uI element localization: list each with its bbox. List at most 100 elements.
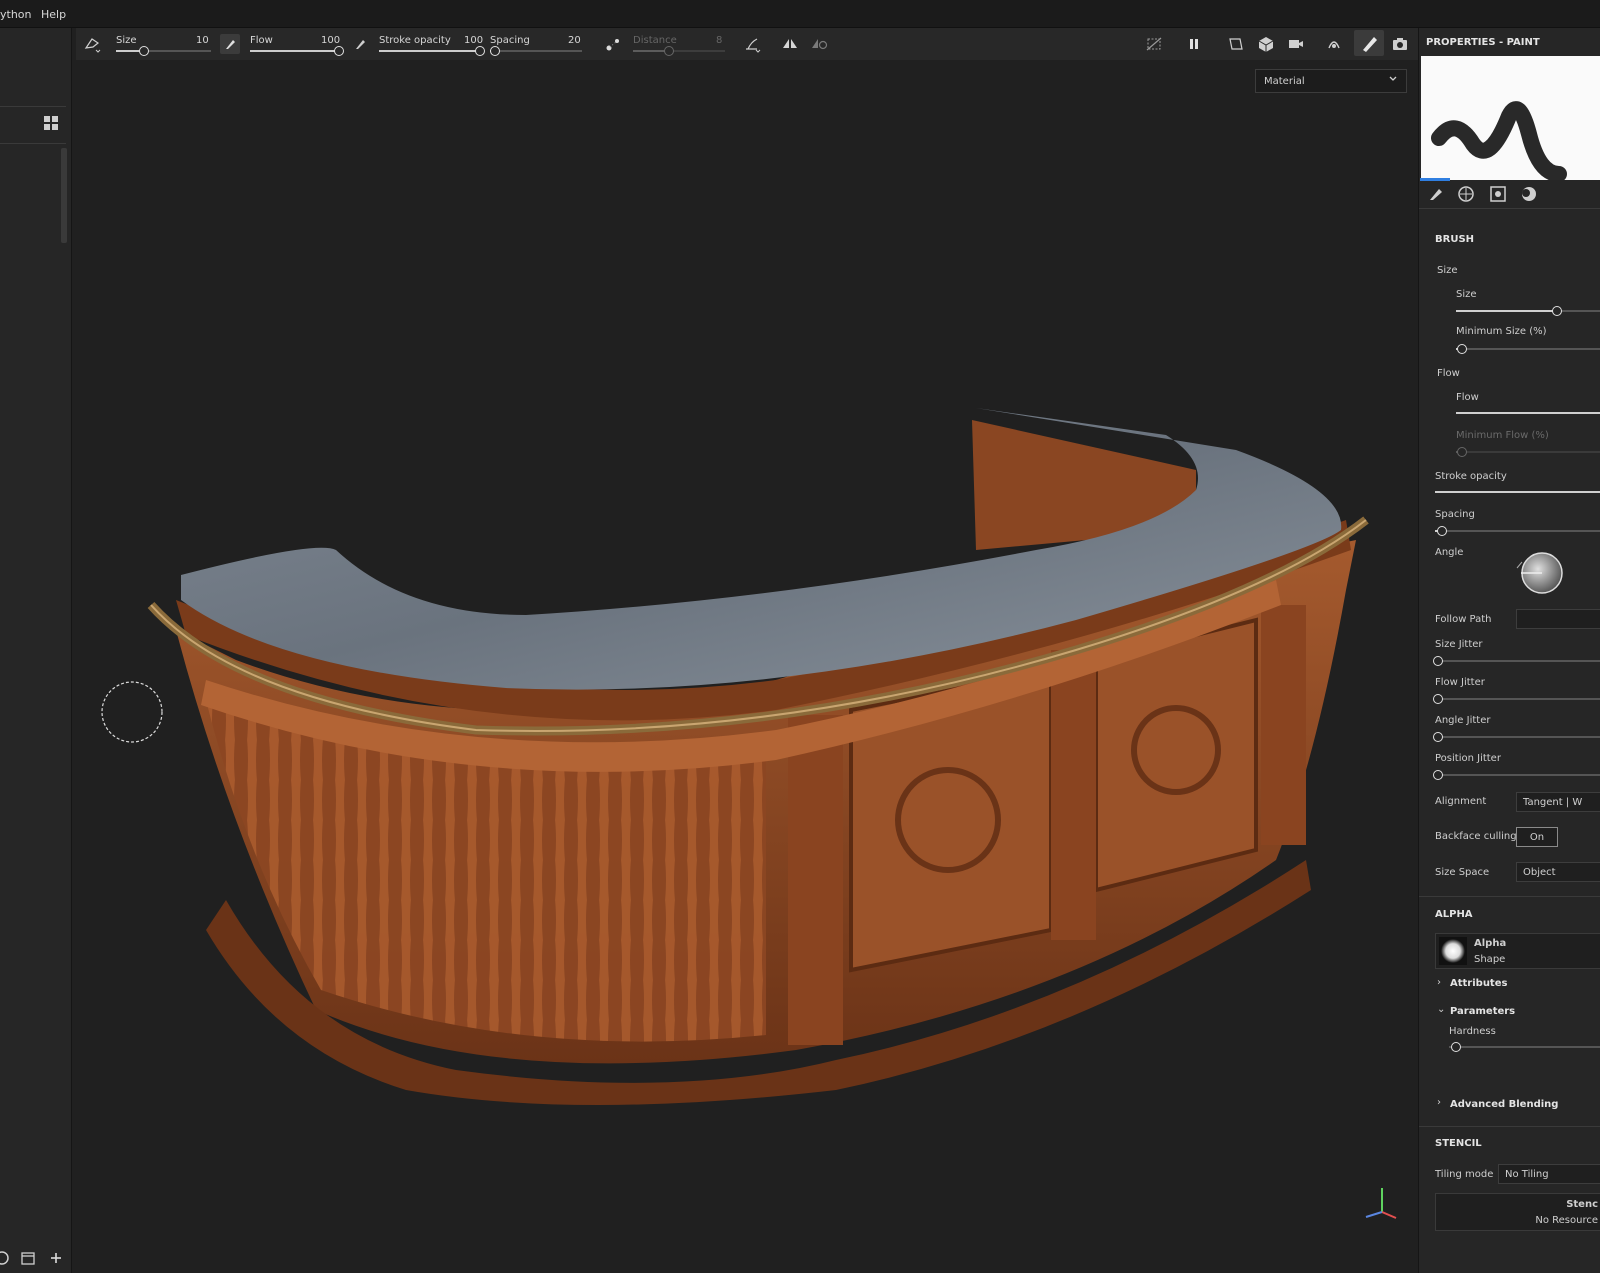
section-divider [1419, 1126, 1600, 1127]
paint-tool-icon[interactable] [1354, 30, 1384, 56]
alignment-value: Tangent | W [1523, 797, 1583, 808]
tab-stencil-icon[interactable] [1520, 185, 1538, 203]
position-jitter-slider[interactable] [1433, 770, 1600, 780]
size-group-label: Size [1437, 265, 1458, 276]
add-layer-icon[interactable] [48, 1250, 64, 1266]
hardness-slider[interactable] [1449, 1042, 1600, 1052]
flow-label: Flow [1456, 392, 1479, 403]
stroke-opacity-slider[interactable] [1435, 491, 1600, 493]
toolbar-distance-label: Distance [633, 35, 677, 46]
pause-icon[interactable] [1184, 34, 1204, 54]
stencil-header: STENCIL [1435, 1138, 1482, 1149]
pen-pressure-flow-icon[interactable] [350, 34, 370, 54]
3d-viewport[interactable]: Material [76, 60, 1418, 1273]
tab-alpha-icon[interactable] [1489, 185, 1507, 203]
spacing-slider[interactable] [1435, 526, 1600, 536]
menu-python[interactable]: ython [0, 8, 32, 21]
toolbar-distance-knob[interactable] [664, 46, 674, 56]
backface-toggle[interactable]: On [1516, 827, 1558, 847]
menu-help[interactable]: Help [41, 8, 66, 21]
advanced-blending-group[interactable]: Advanced Blending [1450, 1099, 1558, 1110]
screenshot-camera-icon[interactable] [1390, 34, 1410, 54]
angle-jitter-knob[interactable] [1433, 732, 1443, 742]
grid-view-icon[interactable] [43, 115, 59, 131]
size-label: Size [1456, 289, 1477, 300]
stencil-resource-slot[interactable]: Stenc No Resource [1435, 1193, 1600, 1231]
lazy-mouse-icon[interactable] [603, 34, 623, 54]
toolbar-stroke-opacity-label: Stroke opacity [379, 35, 451, 46]
brush-preview [1421, 56, 1600, 182]
toolbar-size-knob[interactable] [139, 46, 149, 56]
position-jitter-knob[interactable] [1433, 770, 1443, 780]
toolbar-flow-label: Flow [250, 35, 273, 46]
size-slider[interactable] [1456, 306, 1600, 316]
chevron-down-icon: ⌄ [1437, 1004, 1446, 1015]
flow-slider-fill [1456, 412, 1600, 414]
brush-preset-icon[interactable] [82, 34, 102, 54]
angle-dial[interactable] [1515, 548, 1565, 598]
flow-slider[interactable] [1456, 412, 1600, 414]
toolbar-size-label: Size [116, 35, 137, 46]
toolbar-flow-fill [250, 50, 340, 52]
size-jitter-knob[interactable] [1433, 656, 1443, 666]
symmetry-settings-icon[interactable] [809, 34, 829, 54]
counter-pilaster [1051, 650, 1096, 940]
toolbar-distance-value: 8 [716, 35, 723, 46]
flow-jitter-slider[interactable] [1433, 694, 1600, 704]
min-flow-slider[interactable] [1456, 447, 1600, 457]
3d-view-icon[interactable] [1256, 34, 1276, 54]
toolbar-stroke-opacity-fill [379, 50, 481, 52]
backface-value: On [1529, 832, 1545, 843]
angle-jitter-slider[interactable] [1433, 732, 1600, 742]
min-size-slider-knob[interactable] [1457, 344, 1467, 354]
toolbar-flow-slider[interactable] [250, 46, 344, 56]
toolbar-stroke-opacity-knob[interactable] [475, 46, 485, 56]
attributes-group[interactable]: Attributes [1450, 978, 1507, 989]
toolbar-stroke-opacity-slider[interactable] [379, 46, 485, 56]
bar-counter-model [101, 408, 1397, 1219]
pen-pressure-size-icon[interactable] [220, 34, 240, 54]
min-flow-slider-knob[interactable] [1457, 447, 1467, 457]
follow-path-label: Follow Path [1435, 614, 1492, 625]
layer-mask-icon[interactable] [0, 1250, 10, 1266]
render-mode-icon[interactable] [1324, 34, 1344, 54]
left-scrollbar[interactable] [61, 148, 67, 243]
alpha-resource-slot[interactable]: Alpha Shape [1435, 933, 1600, 969]
line-mode-icon[interactable] [742, 34, 762, 54]
tab-brush-icon[interactable] [1427, 185, 1445, 203]
hardness-label: Hardness [1449, 1026, 1496, 1037]
min-size-slider[interactable] [1456, 344, 1600, 354]
toolbar-distance-slider[interactable] [633, 46, 725, 56]
toolbar-flow-knob[interactable] [334, 46, 344, 56]
tiling-mode-dropdown[interactable]: No Tiling [1498, 1164, 1600, 1184]
symmetry-icon[interactable] [780, 34, 800, 54]
toolbar-spacing-slider[interactable] [490, 46, 582, 56]
spacing-label: Spacing [1435, 509, 1475, 520]
size-space-dropdown[interactable]: Object [1516, 862, 1600, 882]
properties-panel: PROPERTIES - PAINT BRUSH Size Size Minim… [1418, 28, 1600, 1273]
toolbar-spacing-value: 20 [568, 35, 581, 46]
alignment-dropdown[interactable]: Tangent | W [1516, 792, 1600, 812]
size-slider-knob[interactable] [1552, 306, 1562, 316]
toolbar-flow-value: 100 [321, 35, 341, 46]
folder-icon[interactable] [20, 1250, 36, 1266]
alpha-header: ALPHA [1435, 909, 1473, 920]
flow-jitter-label: Flow Jitter [1435, 677, 1485, 688]
flow-group-label: Flow [1437, 368, 1460, 379]
2d-view-icon[interactable] [1226, 34, 1246, 54]
hide-overlay-icon[interactable] [1144, 34, 1164, 54]
toolbar-spacing-knob[interactable] [490, 46, 500, 56]
toolbar-size-value: 10 [196, 35, 209, 46]
spacing-slider-knob[interactable] [1437, 526, 1447, 536]
toolbar-spacing-label: Spacing [490, 35, 530, 46]
camera-icon[interactable] [1286, 34, 1306, 54]
alpha-sub: Shape [1474, 954, 1506, 965]
tab-material-icon[interactable] [1457, 185, 1475, 203]
parameters-group[interactable]: Parameters [1450, 1006, 1515, 1017]
follow-path-toggle[interactable] [1516, 609, 1600, 629]
min-flow-label: Minimum Flow (%) [1456, 430, 1549, 441]
size-jitter-slider[interactable] [1433, 656, 1600, 666]
hardness-knob[interactable] [1451, 1042, 1461, 1052]
toolbar-size-slider[interactable] [116, 46, 211, 56]
flow-jitter-knob[interactable] [1433, 694, 1443, 704]
